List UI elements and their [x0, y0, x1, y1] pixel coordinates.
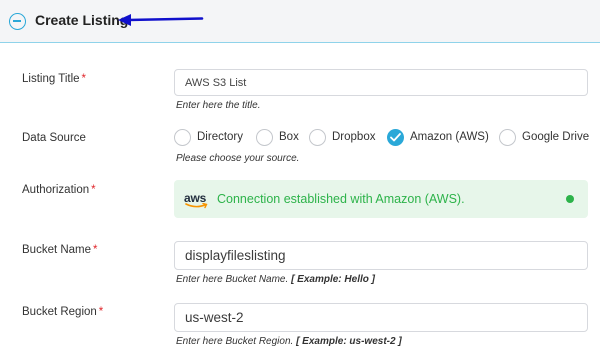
annotation-arrow-icon [118, 14, 204, 26]
authorization-label: Authorization * [22, 184, 96, 196]
required-marker: * [93, 244, 98, 256]
bucket-region-help: Enter here Bucket Region. [ Example: us-… [176, 336, 402, 347]
bucket-name-label: Bucket Name * [22, 244, 98, 256]
authorization-status-box: aws Connection established with Amazon (… [174, 180, 588, 218]
listing-title-help: Enter here the title. [176, 100, 261, 111]
bucket-name-input[interactable]: displayfileslisting [174, 241, 588, 270]
required-marker: * [91, 184, 96, 196]
data-source-help: Please choose your source. [176, 153, 300, 164]
bucket-region-label: Bucket Region * [22, 306, 104, 318]
required-marker: * [98, 306, 104, 318]
connection-status-message: Connection established with Amazon (AWS)… [217, 192, 465, 206]
status-dot-icon [566, 195, 574, 203]
data-source-label: Data Source [22, 132, 86, 144]
required-marker: * [81, 73, 87, 85]
radio-unchecked-icon [256, 129, 273, 146]
bucket-region-input[interactable]: us-west-2 [174, 303, 588, 332]
data-source-radio-group: Directory Box Dropbox Amazon (AWS) Googl… [174, 128, 594, 148]
listing-title-input[interactable]: AWS S3 List [174, 69, 588, 96]
section-header: Create Listing [0, 0, 600, 43]
radio-unchecked-icon [499, 129, 516, 146]
listing-title-label: Listing Title * [22, 73, 87, 85]
bucket-name-help: Enter here Bucket Name. [ Example: Hello… [176, 274, 375, 285]
collapse-icon[interactable] [9, 13, 26, 30]
radio-unchecked-icon [174, 129, 191, 146]
section-title: Create Listing [35, 12, 129, 28]
radio-checked-icon [387, 129, 404, 146]
radio-unchecked-icon [309, 129, 326, 146]
